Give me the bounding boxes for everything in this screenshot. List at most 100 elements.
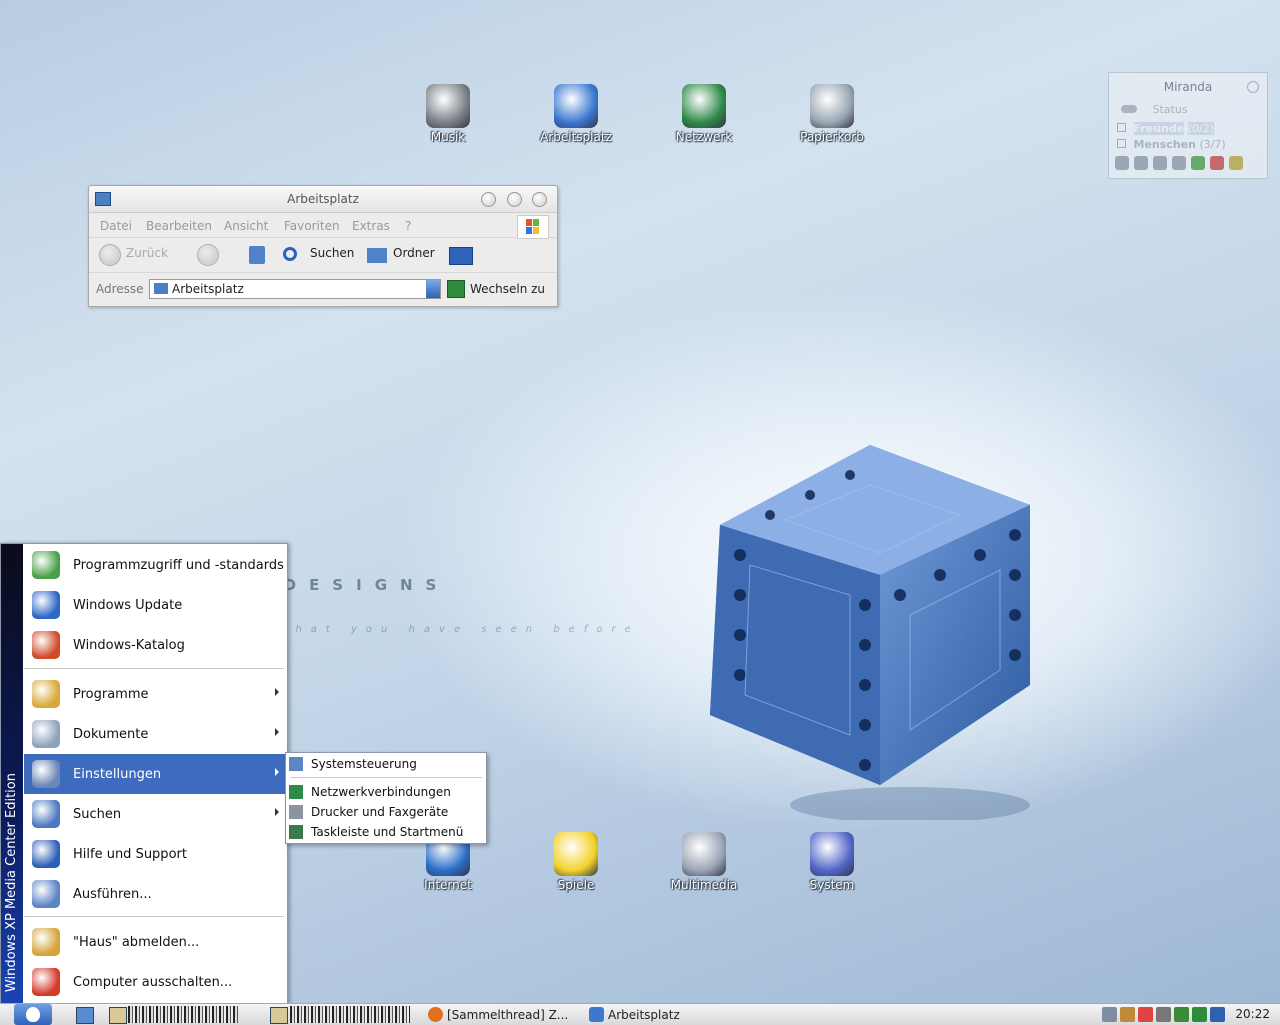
start-menu-item-label: "Haus" abmelden... [73, 935, 200, 950]
tray-icon[interactable] [1210, 1007, 1225, 1022]
tray-icon[interactable] [1102, 1007, 1117, 1022]
start-menu-item[interactable]: "Haus" abmelden... [24, 922, 286, 962]
my-computer-icon [154, 283, 168, 294]
settings-icon [32, 760, 60, 788]
edition-label: Windows XP Media Center Edition [4, 772, 19, 992]
obscured-task-button[interactable] [128, 1006, 238, 1023]
show-desktop-icon[interactable] [76, 1007, 94, 1024]
back-button[interactable]: Zurück [126, 246, 168, 260]
miranda-status[interactable]: Status [1153, 103, 1188, 116]
close-button[interactable] [532, 192, 547, 207]
logoff-icon [32, 928, 60, 956]
desktop-icon-spiele[interactable]: Spiele [528, 832, 624, 892]
start-menu-item[interactable]: Einstellungen [24, 754, 286, 794]
shutdown-icon [32, 968, 60, 996]
desktop-icon-label: Papierkorb [800, 130, 864, 144]
clock[interactable]: 20:22 [1235, 1007, 1270, 1021]
protocol-icon[interactable] [1153, 156, 1167, 170]
protocol-icon[interactable] [1172, 156, 1186, 170]
desktop-icon-system[interactable]: System [784, 832, 880, 892]
back-arrow-icon[interactable] [99, 244, 121, 266]
folders-icon[interactable] [367, 248, 387, 263]
miranda-contact-list[interactable]: Miranda Status Freunde (0/2) Menschen (3… [1108, 72, 1268, 179]
protocol-icon[interactable] [1191, 156, 1205, 170]
submenu-item-label: Taskleiste und Startmenü [311, 825, 464, 839]
submenu-item-label: Drucker und Faxgeräte [311, 805, 449, 819]
tray-icon[interactable] [1120, 1007, 1135, 1022]
start-menu-item[interactable]: Computer ausschalten... [24, 962, 286, 1002]
search-icon[interactable] [283, 247, 297, 261]
menu-extras[interactable]: Extras [352, 219, 390, 233]
start-menu-item[interactable]: Ausführen... [24, 874, 286, 914]
start-menu-item[interactable]: Programmzugriff und -standards [24, 545, 286, 585]
desktop-icon-multimedia[interactable]: Multimedia [656, 832, 752, 892]
miranda-close-icon[interactable] [1247, 81, 1259, 93]
submenu-item[interactable]: Netzwerkverbindungen [286, 782, 486, 802]
desktop-icon-musik[interactable]: Musik [400, 84, 496, 144]
protocol-icon[interactable] [1134, 156, 1148, 170]
minimize-button[interactable] [481, 192, 496, 207]
tray-icon[interactable] [1138, 1007, 1153, 1022]
group-count: (3/7) [1199, 138, 1226, 151]
submenu-arrow-icon [275, 728, 279, 736]
explorer-window[interactable]: Arbeitsplatz Datei Bearbeiten Ansicht Fa… [88, 185, 558, 307]
miranda-group-menschen[interactable]: Menschen (3/7) [1117, 138, 1226, 151]
windows-logo-icon [517, 215, 549, 239]
apple-logo-icon [26, 1007, 40, 1022]
maximize-button[interactable] [507, 192, 522, 207]
protocol-icon[interactable] [1229, 156, 1243, 170]
submenu-item[interactable]: Systemsteuerung [286, 754, 486, 774]
taskbar-task-arbeitsplatz[interactable]: Arbeitsplatz [587, 1005, 717, 1024]
start-menu-banner: Windows XP Media Center Edition [1, 544, 23, 1004]
obscured-task-button[interactable] [290, 1006, 410, 1023]
desktop-icon-arbeitsplatz[interactable]: Arbeitsplatz [528, 84, 624, 144]
musik-icon [426, 84, 470, 128]
folders-button[interactable]: Ordner [393, 246, 435, 260]
miranda-protocol-icons[interactable] [1115, 156, 1243, 170]
address-dropdown-button[interactable] [426, 280, 440, 298]
menu-separator [24, 668, 284, 669]
folder-up-icon[interactable] [249, 246, 265, 264]
start-menu-item[interactable]: Windows-Katalog [24, 625, 286, 665]
start-menu-item-label: Windows-Katalog [73, 638, 185, 653]
protocol-icon[interactable] [1210, 156, 1224, 170]
tray-icon[interactable] [1192, 1007, 1207, 1022]
address-field[interactable]: Arbeitsplatz [149, 279, 441, 299]
start-menu-item[interactable]: Suchen [24, 794, 286, 834]
go-arrow-icon[interactable] [447, 280, 465, 298]
clipboard-icon[interactable] [270, 1007, 288, 1024]
views-icon[interactable] [449, 247, 473, 265]
clipboard-icon[interactable] [109, 1007, 127, 1024]
tray-icon[interactable] [1174, 1007, 1189, 1022]
submenu-item[interactable]: Drucker und Faxgeräte [286, 802, 486, 822]
start-button[interactable] [14, 1004, 52, 1025]
start-menu-item-label: Windows Update [73, 598, 183, 613]
settings-submenu: Systemsteuerung Netzwerkverbindungen Druck… [285, 752, 487, 844]
desktop-icon-netzwerk[interactable]: Netzwerk [656, 84, 752, 144]
window-titlebar[interactable]: Arbeitsplatz [89, 186, 557, 213]
menu-favoriten[interactable]: Favoriten [284, 219, 340, 233]
wallpaper-cube-image [710, 445, 1030, 820]
start-menu-item[interactable]: Programme [24, 674, 286, 714]
taskbar-task-firefox[interactable]: [Sammelthread] Z... [426, 1005, 576, 1024]
go-button[interactable]: Wechseln zu [470, 282, 545, 296]
address-label: Adresse [96, 282, 144, 296]
menu-bearbeiten[interactable]: Bearbeiten [146, 219, 212, 233]
menu-help[interactable]: ? [405, 219, 411, 233]
start-menu-item[interactable]: Windows Update [24, 585, 286, 625]
protocol-icon[interactable] [1115, 156, 1129, 170]
submenu-item[interactable]: Taskleiste und Startmenü [286, 822, 486, 842]
desktop-icon-label: System [809, 878, 855, 892]
menu-datei[interactable]: Datei [100, 219, 132, 233]
desktop-icon-papierkorb[interactable]: Papierkorb [784, 84, 880, 144]
submenu-item-label: Netzwerkverbindungen [311, 785, 451, 799]
tray-icon[interactable] [1156, 1007, 1171, 1022]
start-menu-item[interactable]: Hilfe und Support [24, 834, 286, 874]
forward-arrow-icon[interactable] [197, 244, 219, 266]
search-button[interactable]: Suchen [310, 246, 354, 260]
miranda-group-freunde[interactable]: Freunde (0/2) [1117, 122, 1214, 135]
arbeitsplatz-icon [554, 84, 598, 128]
taskbar-icon [289, 825, 303, 839]
start-menu-item[interactable]: Dokumente [24, 714, 286, 754]
menu-ansicht[interactable]: Ansicht [224, 219, 268, 233]
